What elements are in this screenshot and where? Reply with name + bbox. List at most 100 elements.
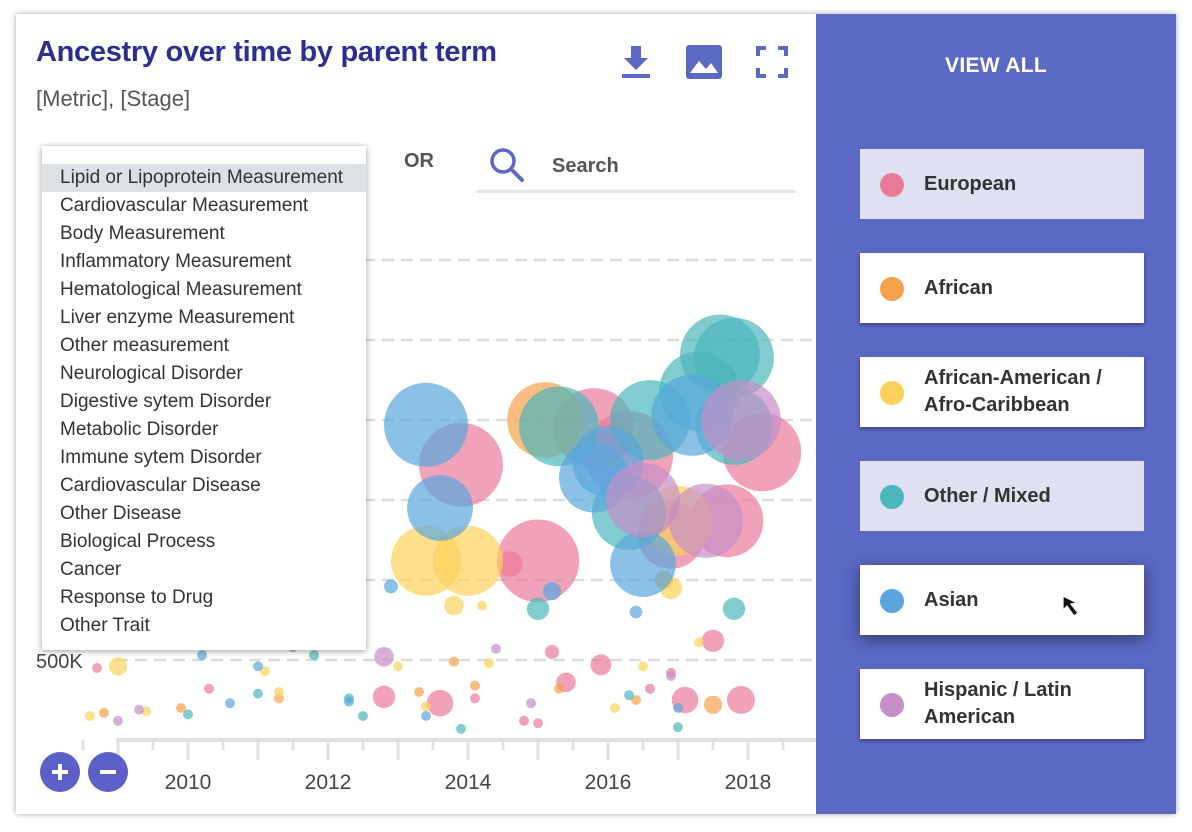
data-bubble bbox=[358, 711, 368, 721]
save-image-button[interactable] bbox=[684, 42, 724, 82]
data-bubble bbox=[393, 661, 403, 672]
data-bubble bbox=[645, 683, 655, 694]
data-bubble bbox=[344, 696, 354, 707]
legend-label: Asian bbox=[924, 588, 979, 611]
data-bubble bbox=[421, 711, 431, 721]
dropdown-option[interactable]: Other Trait bbox=[42, 612, 366, 640]
data-bubble bbox=[470, 693, 480, 704]
dropdown-option[interactable]: Metabolic Disorder bbox=[42, 416, 366, 444]
data-bubble bbox=[484, 658, 494, 669]
data-bubble bbox=[113, 715, 123, 726]
zoom-out-button[interactable] bbox=[88, 752, 128, 792]
data-bubble bbox=[694, 637, 704, 648]
data-bubble bbox=[526, 698, 536, 709]
data-bubble bbox=[477, 600, 487, 611]
legend-item[interactable]: Hispanic / Latin American bbox=[860, 669, 1144, 739]
dropdown-option[interactable]: Other Disease bbox=[42, 500, 366, 528]
legend-color-dot bbox=[880, 173, 904, 197]
data-bubble bbox=[545, 645, 559, 659]
data-bubble bbox=[701, 380, 781, 460]
dropdown-option[interactable]: Neurological Disorder bbox=[42, 360, 366, 388]
data-bubble bbox=[407, 475, 473, 541]
dropdown-option[interactable]: Hematological Measurement bbox=[42, 276, 366, 304]
chart-area: 500K 2010 2012 2014 2016 2018 Ancestry over t… bbox=[16, 14, 816, 814]
legend-label: Other / Mixed bbox=[924, 484, 1051, 507]
dropdown-option[interactable]: Cardiovascular Measurement bbox=[42, 192, 366, 220]
data-bubble bbox=[414, 687, 424, 697]
dropdown-option[interactable]: Lipid or Lipoprotein Measurement bbox=[42, 164, 366, 192]
data-bubble bbox=[253, 688, 263, 699]
x-tick-label: 2016 bbox=[585, 771, 632, 794]
legend-color-dot bbox=[880, 381, 904, 405]
data-bubble bbox=[309, 650, 319, 661]
data-bubble bbox=[372, 685, 396, 708]
data-bubble bbox=[638, 661, 648, 672]
data-bubble bbox=[519, 715, 529, 726]
data-bubble bbox=[491, 643, 501, 654]
legend-label: African-American / Afro-Caribbean bbox=[924, 367, 1102, 416]
fullscreen-icon bbox=[756, 46, 788, 78]
data-bubble bbox=[590, 654, 612, 676]
legend-color-dot bbox=[880, 693, 904, 717]
search-input[interactable] bbox=[550, 150, 794, 182]
data-bubble bbox=[610, 703, 620, 713]
download-button[interactable] bbox=[616, 42, 656, 82]
data-bubble bbox=[703, 695, 723, 714]
legend-item[interactable]: European bbox=[860, 149, 1144, 219]
dropdown-option[interactable]: Inflammatory Measurement bbox=[42, 248, 366, 276]
data-bubble bbox=[197, 650, 207, 661]
data-bubble bbox=[629, 605, 643, 619]
legend-color-dot bbox=[880, 485, 904, 509]
legend-label: Hispanic / Latin American bbox=[924, 679, 1072, 728]
search-icon bbox=[490, 148, 524, 182]
y-tick-label: 500K bbox=[36, 651, 83, 673]
data-bubble bbox=[374, 647, 394, 667]
dropdown-option[interactable]: Other measurement bbox=[42, 332, 366, 360]
data-bubble bbox=[204, 683, 214, 694]
data-bubble bbox=[426, 689, 454, 717]
legend-item[interactable]: Other / Mixed bbox=[860, 461, 1144, 531]
chart-subtitle: [Metric], [Stage] bbox=[36, 86, 191, 111]
data-bubble bbox=[668, 483, 744, 558]
data-bubble bbox=[673, 703, 683, 713]
data-bubble bbox=[533, 718, 543, 729]
search-box[interactable] bbox=[476, 142, 796, 193]
data-bubble bbox=[554, 683, 564, 694]
legend-item[interactable]: African-American / Afro-Caribbean bbox=[860, 357, 1144, 427]
legend-label: African bbox=[924, 276, 993, 299]
dropdown-option[interactable]: Cardiovascular Disease bbox=[42, 472, 366, 500]
parent-term-dropdown[interactable]: Lipid or Lipoprotein Measurement Cardiova… bbox=[42, 146, 366, 650]
data-bubble bbox=[274, 687, 284, 697]
legend-item[interactable]: Asian bbox=[860, 565, 1144, 635]
x-tick-label: 2012 bbox=[305, 771, 352, 794]
data-bubble bbox=[85, 711, 95, 721]
dropdown-option[interactable]: Cancer bbox=[42, 556, 366, 584]
x-tick-label: 2018 bbox=[725, 771, 772, 794]
data-bubble bbox=[605, 462, 681, 538]
data-bubble bbox=[542, 582, 562, 601]
legend-label: European bbox=[924, 172, 1017, 195]
dropdown-option[interactable]: Immune sytem Disorder bbox=[42, 444, 366, 472]
chart-card: 500K 2010 2012 2014 2016 2018 Ancestry over t… bbox=[16, 14, 1176, 814]
data-bubble bbox=[92, 663, 102, 673]
legend-panel: VIEW ALL European African African-American… bbox=[816, 14, 1176, 814]
zoom-in-button[interactable] bbox=[40, 752, 80, 792]
dropdown-option[interactable]: Liver enzyme Measurement bbox=[42, 304, 366, 332]
data-bubble bbox=[134, 704, 144, 715]
dropdown-option[interactable]: Digestive sytem Disorder bbox=[42, 388, 366, 416]
data-bubble bbox=[727, 686, 755, 714]
data-bubble bbox=[496, 519, 580, 603]
dropdown-option[interactable]: Body Measurement bbox=[42, 220, 366, 248]
data-bubble bbox=[225, 698, 235, 709]
dropdown-option[interactable]: Response to Drug bbox=[42, 584, 366, 612]
minus-icon bbox=[100, 770, 116, 774]
plus-icon bbox=[52, 764, 68, 780]
data-bubble bbox=[666, 671, 676, 681]
legend-item[interactable]: African bbox=[860, 253, 1144, 323]
fullscreen-button[interactable] bbox=[752, 42, 792, 82]
data-bubble bbox=[722, 597, 746, 620]
dropdown-option[interactable]: Biological Process bbox=[42, 528, 366, 556]
x-tick-label: 2010 bbox=[165, 771, 212, 794]
data-bubble bbox=[183, 709, 193, 720]
view-all-button[interactable]: VIEW ALL bbox=[816, 54, 1176, 78]
